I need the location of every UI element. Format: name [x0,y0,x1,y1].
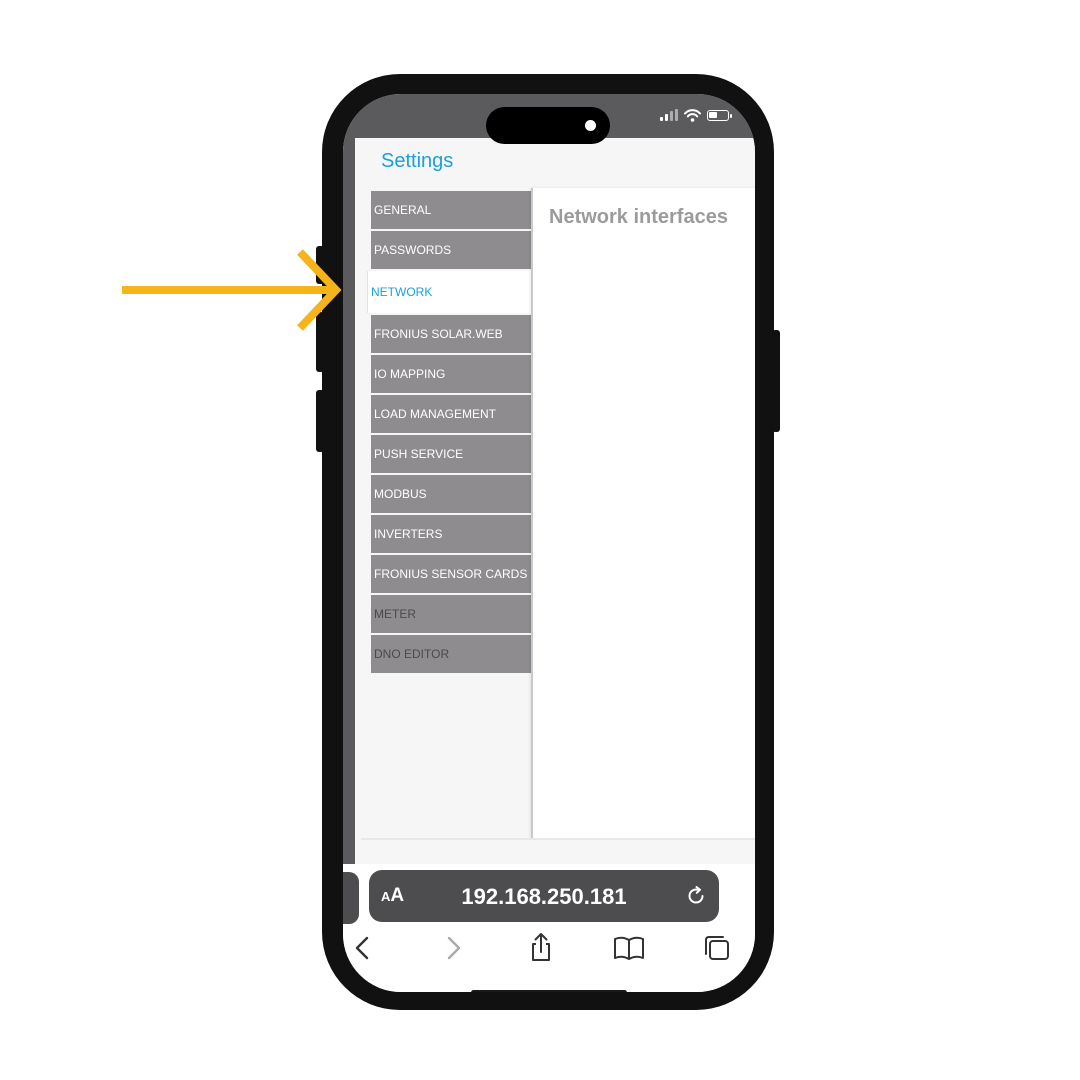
bookmarks-icon[interactable] [611,930,647,966]
battery-icon [707,109,732,121]
menu-item-general[interactable]: GENERAL [371,191,531,229]
web-page: Settings GENERAL PASSWORDS NETWORK FRONI… [355,138,755,918]
wifi-icon [684,108,701,122]
back-icon[interactable] [345,930,381,966]
menu-item-dno-editor[interactable]: DNO EDITOR [371,635,531,673]
pointer-arrow-icon [122,249,342,331]
menu-item-load-management[interactable]: LOAD MANAGEMENT [371,395,531,433]
page-title: Settings [381,150,454,172]
menu-item-inverters[interactable]: INVERTERS [371,515,531,553]
page-divider [361,838,755,840]
address-bar[interactable]: AA 192.168.250.181 [369,870,719,922]
camera-dot [585,120,596,131]
url-text[interactable]: 192.168.250.181 [369,884,719,910]
menu-item-fronius-solar-web[interactable]: FRONIUS SOLAR.WEB [371,315,531,353]
home-indicator [471,990,627,992]
menu-item-modbus[interactable]: MODBUS [371,475,531,513]
content-panel: Network interfaces [531,188,755,838]
power-button [772,330,780,432]
previous-tab-peek[interactable] [343,872,359,924]
status-icons [660,106,732,124]
menu-item-meter[interactable]: METER [371,595,531,633]
menu-item-io-mapping[interactable]: IO MAPPING [371,355,531,393]
browser-toolbar [343,930,755,970]
forward-icon[interactable] [435,930,471,966]
menu-item-fronius-sensor-cards[interactable]: FRONIUS SENSOR CARDS [371,555,531,593]
browser-bottom-bar: AA 192.168.250.181 [343,864,755,992]
settings-menu: GENERAL PASSWORDS NETWORK FRONIUS SOLAR.… [367,191,535,675]
menu-item-push-service[interactable]: PUSH SERVICE [371,435,531,473]
share-icon[interactable] [523,930,559,966]
web-viewport: Settings GENERAL PASSWORDS NETWORK FRONI… [343,138,755,918]
phone-screen: Settings GENERAL PASSWORDS NETWORK FRONI… [343,94,755,992]
dynamic-island [486,107,610,144]
volume-down-button [316,390,324,452]
content-heading: Network interfaces [549,206,728,228]
menu-item-passwords[interactable]: PASSWORDS [371,231,531,269]
reload-icon[interactable] [685,885,707,907]
tabs-icon[interactable] [699,930,735,966]
menu-item-network[interactable]: NETWORK [367,271,535,313]
signal-icon [660,109,678,121]
